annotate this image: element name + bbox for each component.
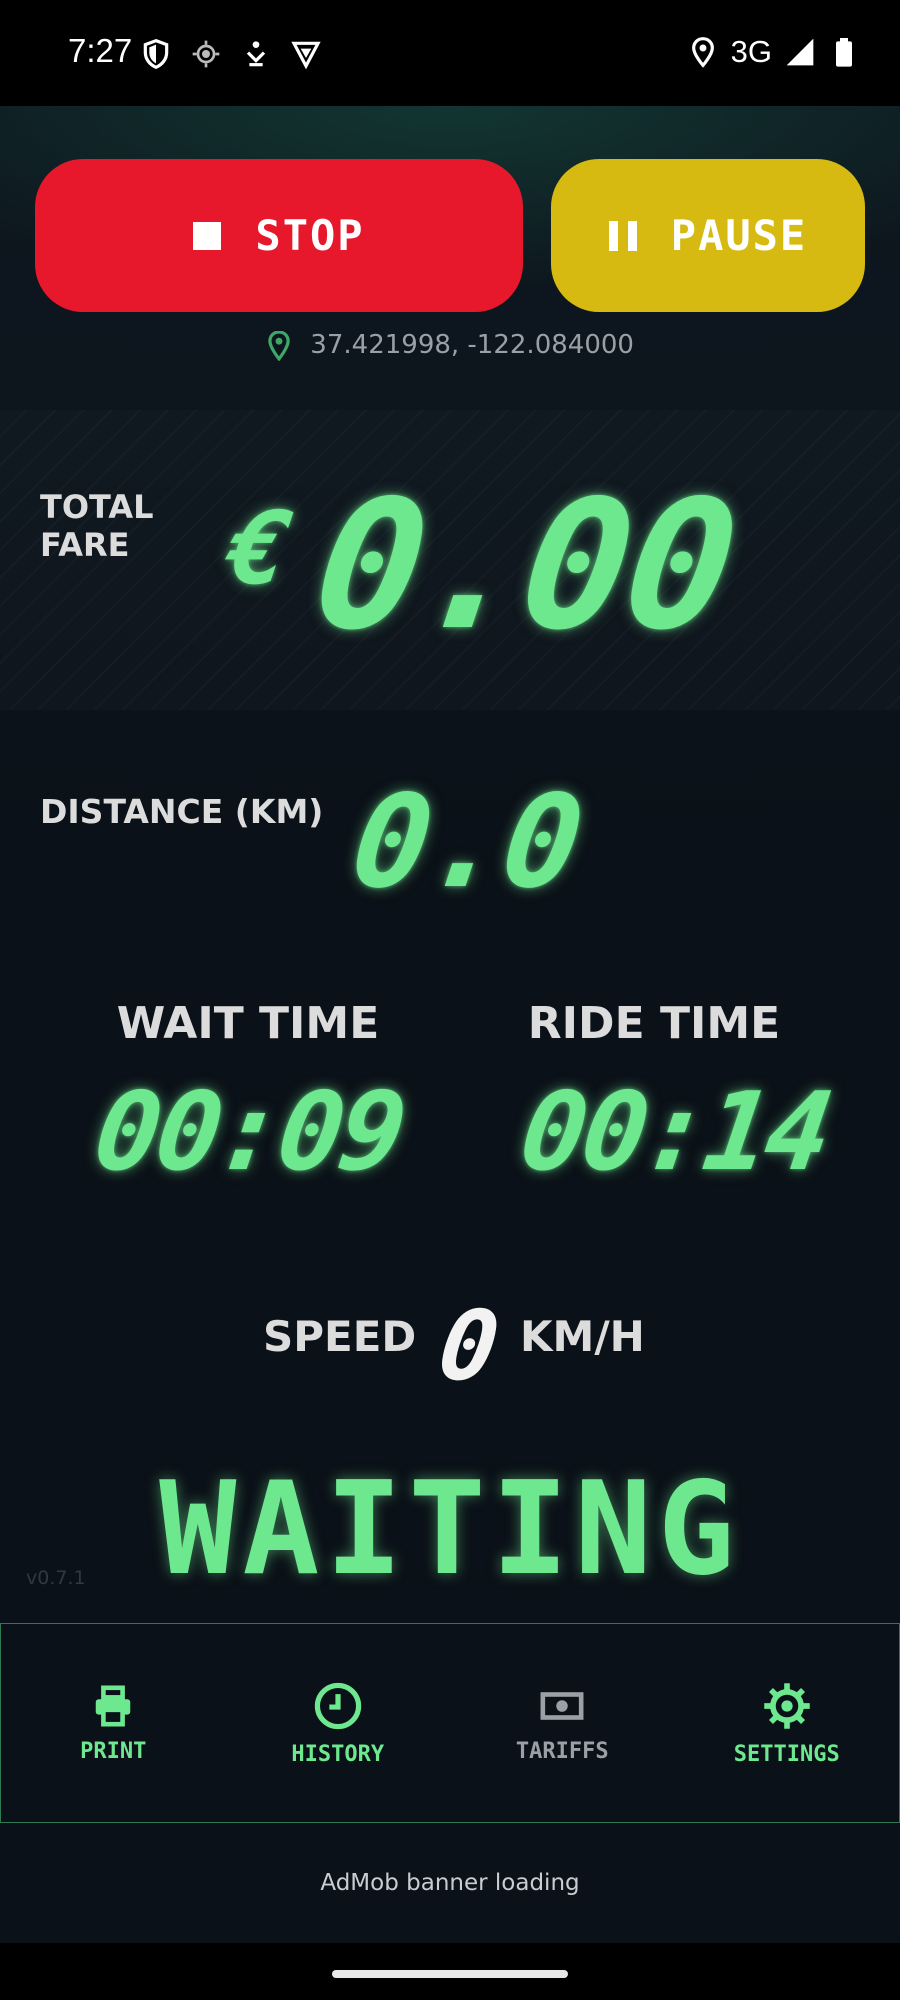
gps-coordinates: 37.421998, -122.084000 xyxy=(0,330,900,361)
banknote-icon xyxy=(540,1691,584,1720)
vpn-icon xyxy=(291,41,321,70)
signal-icon xyxy=(786,38,814,66)
gear-icon xyxy=(764,1682,810,1729)
speed-label: SPEED xyxy=(263,1312,417,1361)
status-time: 7:27 xyxy=(68,32,133,69)
nav-print-label: PRINT xyxy=(80,1738,147,1764)
network-type: 3G xyxy=(730,34,772,69)
distance-label: DISTANCE (KM) xyxy=(40,792,324,831)
shield-icon xyxy=(143,38,169,70)
nav-history-label: HISTORY xyxy=(291,1741,385,1767)
meter-status: WAITING xyxy=(159,1455,741,1604)
stop-icon xyxy=(193,221,222,250)
nav-settings[interactable]: SETTINGS xyxy=(675,1624,900,1822)
total-fare-label-line1: TOTAL xyxy=(40,488,154,526)
ad-banner[interactable]: AdMob banner loading xyxy=(0,1870,900,1896)
coordinates-text: 37.421998, -122.084000 xyxy=(310,330,634,360)
battery-icon xyxy=(836,38,852,67)
nav-tariffs-label: TARIFFS xyxy=(515,1738,609,1764)
download-icon xyxy=(246,41,266,67)
distance-value: 0.0 xyxy=(343,768,590,917)
ride-time-value: 00:14 xyxy=(513,1070,836,1195)
fare-value: 0.00 xyxy=(303,462,746,669)
nav-print[interactable]: PRINT xyxy=(1,1624,226,1822)
app-version: v0.7.1 xyxy=(26,1567,86,1589)
map-pin-icon xyxy=(268,330,290,361)
nav-tariffs[interactable]: TARIFFS xyxy=(450,1624,675,1822)
speed-unit: KM/H xyxy=(520,1312,645,1361)
bottom-navigation: PRINT HISTORY TARIFFS SETTINGS xyxy=(0,1623,900,1823)
stop-button-label: STOP xyxy=(255,211,365,260)
clock-icon xyxy=(314,1682,361,1729)
crosshair-icon xyxy=(192,40,220,68)
nav-history[interactable]: HISTORY xyxy=(226,1624,451,1822)
pause-icon xyxy=(608,220,637,251)
printer-icon xyxy=(96,1684,131,1727)
pause-button-label: PAUSE xyxy=(670,211,808,260)
pause-button[interactable]: PAUSE xyxy=(551,159,865,312)
total-fare-label: TOTAL FARE xyxy=(40,488,154,564)
home-indicator[interactable] xyxy=(332,1970,568,1978)
total-fare-label-line2: FARE xyxy=(40,526,130,564)
stop-button[interactable]: STOP xyxy=(35,159,523,312)
status-bar: 7:27 3G xyxy=(0,0,900,106)
wait-time-label: WAIT TIME xyxy=(116,998,380,1049)
ride-time-label: RIDE TIME xyxy=(527,998,781,1049)
location-icon xyxy=(691,37,714,68)
nav-settings-label: SETTINGS xyxy=(733,1741,840,1767)
wait-time-value: 00:09 xyxy=(87,1070,410,1195)
